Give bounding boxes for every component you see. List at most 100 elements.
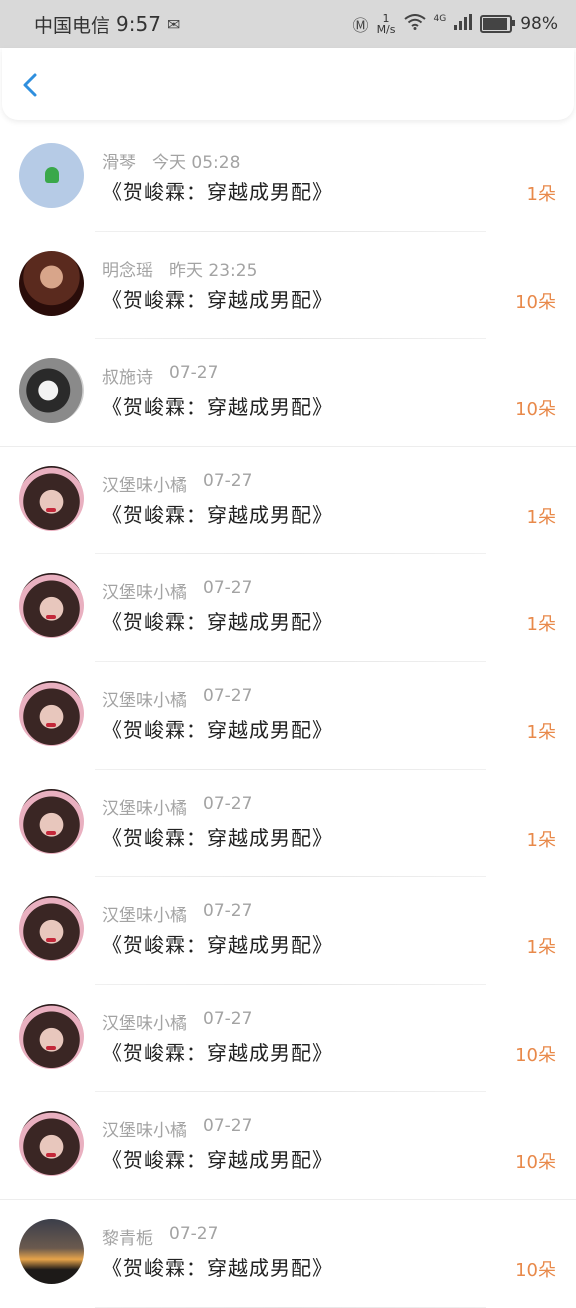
record-time: 07-27 xyxy=(169,363,219,384)
record-meta: 滑琴 今天 05:28 xyxy=(102,148,240,173)
gift-amount: 10朵 xyxy=(515,399,556,421)
record-time: 07-27 xyxy=(203,578,253,599)
chevron-left-icon xyxy=(23,73,37,97)
sender-name[interactable]: 明念瑶 xyxy=(102,256,153,281)
sender-name[interactable]: 黎青栀 xyxy=(102,1224,153,1249)
record-time: 昨天 23:25 xyxy=(169,260,258,281)
avatar-detail xyxy=(46,615,56,620)
book-title[interactable]: 《贺峻霖：穿越成男配》 xyxy=(102,391,333,420)
avatar-detail xyxy=(46,938,56,943)
book-title[interactable]: 《贺峻霖：穿越成男配》 xyxy=(102,822,333,851)
book-title[interactable]: 《贺峻霖：穿越成男配》 xyxy=(102,176,333,205)
book-title[interactable]: 《贺峻霖：穿越成男配》 xyxy=(102,606,333,635)
record-meta: 汉堡味小橘 07-27 xyxy=(102,578,252,603)
girl-avatar[interactable] xyxy=(19,465,84,531)
wifi-icon xyxy=(403,14,426,34)
list-item[interactable]: 汉堡味小橘 07-27 《贺峻霖：穿越成男配》 1朵 xyxy=(0,662,576,770)
book-title[interactable]: 《贺峻霖：穿越成男配》 xyxy=(102,1252,333,1281)
record-meta: 叔施诗 07-27 xyxy=(102,363,218,388)
book-title[interactable]: 《贺峻霖：穿越成男配》 xyxy=(102,929,333,958)
divider xyxy=(95,1306,486,1308)
speed-unit: M/s xyxy=(376,23,396,36)
record-meta: 汉堡味小橘 07-27 xyxy=(102,1009,252,1034)
girl-avatar[interactable] xyxy=(19,1003,84,1069)
gift-amount: 10朵 xyxy=(515,1044,556,1066)
gift-amount: 1朵 xyxy=(526,721,556,743)
book-title[interactable]: 《贺峻霖：穿越成男配》 xyxy=(102,284,333,313)
book-title[interactable]: 《贺峻霖：穿越成男配》 xyxy=(102,1037,333,1066)
sender-name[interactable]: 汉堡味小橘 xyxy=(102,471,187,496)
avatar-detail xyxy=(46,1045,56,1050)
gift-amount: 1朵 xyxy=(526,614,556,636)
girl-avatar[interactable] xyxy=(19,1111,84,1177)
record-meta: 黎青栀 07-27 xyxy=(102,1224,218,1249)
list-item[interactable]: 汉堡味小橘 07-27 《贺峻霖：穿越成男配》 1朵 xyxy=(0,447,576,555)
record-meta: 汉堡味小橘 07-27 xyxy=(102,686,252,711)
list-item[interactable]: 滑琴 今天 05:28 《贺峻霖：穿越成男配》 1朵 xyxy=(0,124,576,232)
sender-name[interactable]: 汉堡味小橘 xyxy=(102,578,187,603)
battery-icon xyxy=(480,15,516,33)
record-time: 07-27 xyxy=(203,1008,253,1029)
sender-name[interactable]: 汉堡味小橘 xyxy=(102,686,187,711)
record-meta: 汉堡味小橘 07-27 xyxy=(102,901,252,926)
gift-record-list: 滑琴 今天 05:28 《贺峻霖：穿越成男配》 1朵 明念瑶 昨天 23:25 《贺峻霖：穿… xyxy=(0,124,576,1308)
list-item[interactable]: 明念瑶 昨天 23:25 《贺峻霖：穿越成男配》 10朵 xyxy=(0,232,576,340)
book-title[interactable]: 《贺峻霖：穿越成男配》 xyxy=(102,714,333,743)
avatar-detail xyxy=(46,1153,56,1158)
record-time: 07-27 xyxy=(203,685,253,706)
list-item[interactable]: 汉堡味小橘 07-27 《贺峻霖：穿越成男配》 10朵 xyxy=(0,1092,576,1200)
hd-icon: Ⓜ xyxy=(352,16,369,35)
girl-avatar[interactable] xyxy=(19,896,84,962)
sender-name[interactable]: 汉堡味小橘 xyxy=(102,1009,187,1034)
battery-percent: 98% xyxy=(520,14,558,34)
record-meta: 明念瑶 昨天 23:25 xyxy=(102,256,257,281)
record-time: 07-27 xyxy=(203,901,253,922)
top-nav-bar xyxy=(2,48,574,120)
clock: 9:57 xyxy=(116,12,161,36)
network-speed: 1 M/s xyxy=(377,13,396,35)
signal-icon xyxy=(454,14,473,34)
gift-amount: 10朵 xyxy=(515,1259,556,1281)
record-time: 07-27 xyxy=(169,1223,219,1244)
woman-avatar[interactable] xyxy=(19,250,84,316)
android-avatar[interactable] xyxy=(19,143,84,208)
record-meta: 汉堡味小橘 07-27 xyxy=(102,794,252,819)
girl-avatar[interactable] xyxy=(19,680,84,746)
gift-amount: 10朵 xyxy=(515,1152,556,1174)
list-item[interactable]: 汉堡味小橘 07-27 《贺峻霖：穿越成男配》 10朵 xyxy=(0,985,576,1093)
record-meta: 汉堡味小橘 07-27 xyxy=(102,1116,252,1141)
list-item[interactable]: 汉堡味小橘 07-27 《贺峻霖：穿越成男配》 1朵 xyxy=(0,554,576,662)
avatar-detail xyxy=(46,507,56,512)
girl-avatar[interactable] xyxy=(19,573,84,639)
record-meta: 汉堡味小橘 07-27 xyxy=(102,471,252,496)
list-item[interactable]: 汉堡味小橘 07-27 《贺峻霖：穿越成男配》 1朵 xyxy=(0,770,576,878)
sunset-avatar[interactable] xyxy=(19,1218,84,1284)
gift-amount: 10朵 xyxy=(515,291,556,313)
girl-avatar[interactable] xyxy=(19,788,84,854)
android-icon xyxy=(45,167,59,183)
masked-person-avatar[interactable] xyxy=(19,358,84,424)
record-time: 07-27 xyxy=(203,1116,253,1137)
avatar-detail xyxy=(46,722,56,727)
status-bar: 中国电信 9:57 ✉ Ⓜ 1 M/s 4G 98% xyxy=(0,0,576,48)
sender-name[interactable]: 滑琴 xyxy=(102,148,136,173)
list-item[interactable]: 黎青栀 07-27 《贺峻霖：穿越成男配》 10朵 xyxy=(0,1200,576,1308)
book-title[interactable]: 《贺峻霖：穿越成男配》 xyxy=(102,499,333,528)
record-time: 今天 05:28 xyxy=(152,153,241,173)
gift-amount: 1朵 xyxy=(526,937,556,959)
list-item[interactable]: 叔施诗 07-27 《贺峻霖：穿越成男配》 10朵 xyxy=(0,339,576,447)
record-time: 07-27 xyxy=(203,470,253,491)
list-item[interactable]: 汉堡味小橘 07-27 《贺峻霖：穿越成男配》 1朵 xyxy=(0,877,576,985)
sender-name[interactable]: 汉堡味小橘 xyxy=(102,901,187,926)
carrier-label: 中国电信 xyxy=(34,14,111,37)
sender-name[interactable]: 汉堡味小橘 xyxy=(102,794,187,819)
back-button[interactable] xyxy=(16,70,46,100)
gift-amount: 1朵 xyxy=(526,506,556,528)
book-title[interactable]: 《贺峻霖：穿越成男配》 xyxy=(102,1144,333,1173)
record-time: 07-27 xyxy=(203,793,253,814)
network-type: 4G xyxy=(433,14,447,24)
sender-name[interactable]: 叔施诗 xyxy=(102,363,153,388)
gift-amount: 1朵 xyxy=(526,829,556,851)
sender-name[interactable]: 汉堡味小橘 xyxy=(102,1116,187,1141)
message-icon: ✉ xyxy=(166,14,181,34)
